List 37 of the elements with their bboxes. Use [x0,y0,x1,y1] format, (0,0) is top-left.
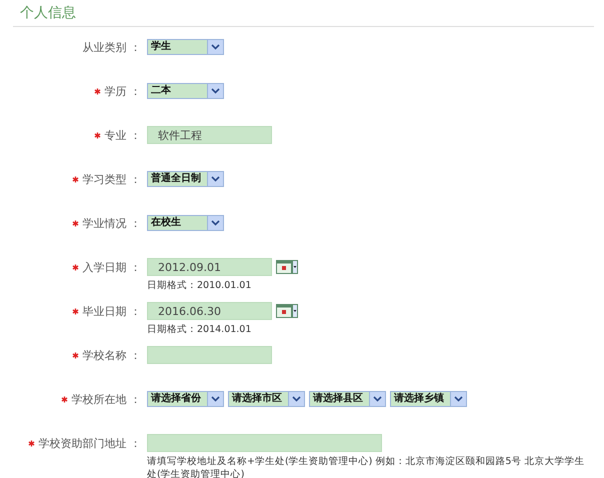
field-label: 学历 ： [104,84,141,98]
field-label: 入学日期 ： [82,260,141,274]
input-field[interactable]: 2016.06.30 [147,302,272,320]
calendar-icon[interactable] [276,260,298,274]
dropdown[interactable]: 请选择省份 [147,391,224,407]
input-field[interactable]: 软件工程 [147,126,272,144]
chevron-down-icon [211,88,220,94]
field-label: 毕业日期 ： [82,304,141,318]
dropdown[interactable]: 请选择乡镇 [390,391,467,407]
dropdown[interactable]: 请选择县区 [309,391,386,407]
chevron-down-icon [211,220,220,226]
chevron-down-icon [211,44,220,50]
field-label: 专业 ： [104,128,141,142]
field-label: 学业情况 ： [82,216,141,230]
format-hint: 请填写学校地址及名称+学生处(学生资助管理中心) 例如：北京市海淀区颐和园路5号 北京大学学生处(学生资助管理中心) [147,455,586,478]
field-label: 从业类别 ： [82,40,141,54]
dropdown[interactable]: 普通全日制 [147,171,224,187]
field-label: 学校名称 ： [82,348,141,362]
dropdown[interactable]: 请选择市区 [228,391,305,407]
format-hint: 日期格式：2014.01.01 [147,323,252,336]
calendar-icon[interactable] [276,304,298,318]
dropdown[interactable]: 在校生 [147,215,224,231]
field-label: 学校资助部门地址 ： [38,436,141,450]
chevron-down-icon [211,396,220,402]
field-label: 学校所在地 ： [72,392,141,406]
section-title: 个人信息 [20,4,76,22]
dropdown[interactable]: 学生 [147,39,224,55]
chevron-down-icon [373,396,382,402]
field-label: 学习类型 ： [82,172,141,186]
input-field[interactable] [147,434,382,452]
chevron-down-icon [454,396,463,402]
input-field[interactable]: 2012.09.01 [147,258,272,276]
input-field[interactable] [147,346,272,364]
chevron-down-icon [292,396,301,402]
dropdown[interactable]: 二本 [147,83,224,99]
format-hint: 日期格式：2010.01.01 [147,279,252,292]
chevron-down-icon [211,176,220,182]
